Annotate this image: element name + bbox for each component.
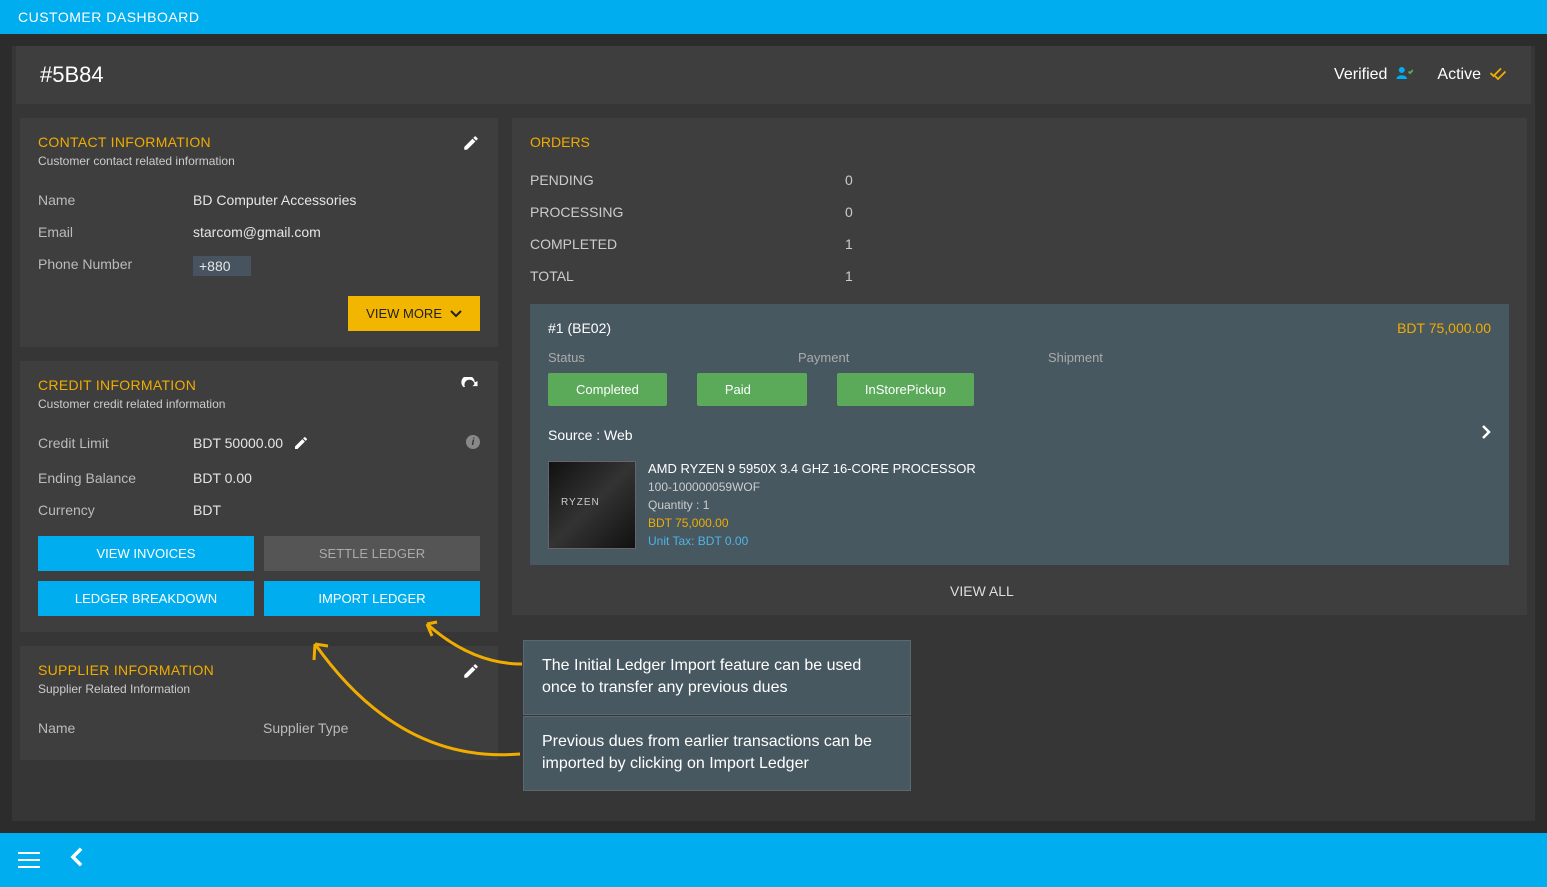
contact-card: CONTACT INFORMATION Customer contact rel… xyxy=(20,118,498,347)
completed-label: COMPLETED xyxy=(530,236,845,252)
shipment-badge: InStorePickup xyxy=(837,373,974,406)
back-arrow-icon[interactable] xyxy=(70,846,84,875)
supplier-card: SUPPLIER INFORMATION Supplier Related In… xyxy=(20,646,498,760)
chevron-down-icon xyxy=(450,306,462,321)
customer-code: #5B84 xyxy=(40,62,104,88)
limit-label: Credit Limit xyxy=(38,435,193,454)
product-qty: Quantity : 1 xyxy=(648,498,976,512)
product-price: BDT 75,000.00 xyxy=(648,516,976,530)
view-all-link[interactable]: VIEW ALL xyxy=(950,583,1014,599)
credit-card: CREDIT INFORMATION Customer credit relat… xyxy=(20,361,498,632)
supplier-title: SUPPLIER INFORMATION xyxy=(38,662,214,678)
user-check-icon xyxy=(1395,65,1413,86)
title-bar: #5B84 Verified Active xyxy=(16,46,1531,104)
currency-value: BDT xyxy=(193,502,221,518)
annotation-2: Previous dues from earlier transactions … xyxy=(523,716,911,791)
source-label: Source : Web xyxy=(548,427,633,443)
pencil-icon[interactable] xyxy=(293,435,309,454)
currency-label: Currency xyxy=(38,502,193,518)
active-status: Active xyxy=(1437,66,1507,85)
phone-value: +880 xyxy=(193,256,251,276)
balance-value: BDT 0.00 xyxy=(193,470,252,486)
total-value: 1 xyxy=(845,268,853,284)
view-more-button[interactable]: VIEW MORE xyxy=(348,296,480,331)
processing-value: 0 xyxy=(845,204,853,220)
credit-title: CREDIT INFORMATION xyxy=(38,377,225,393)
limit-value: BDT 50000.00 xyxy=(193,435,283,454)
header-title: CUSTOMER DASHBOARD xyxy=(18,9,199,25)
status-label: Status xyxy=(548,350,658,365)
annotation-1: The Initial Ledger Import feature can be… xyxy=(523,640,911,715)
order-id: #1 (BE02) xyxy=(548,320,611,336)
order-price: BDT 75,000.00 xyxy=(1397,320,1491,336)
import-ledger-button[interactable]: IMPORT LEDGER xyxy=(264,581,480,616)
pencil-icon[interactable] xyxy=(462,134,480,157)
product-name: AMD RYZEN 9 5950X 3.4 GHZ 16-CORE PROCES… xyxy=(648,461,976,476)
supplier-type-label: Supplier Type xyxy=(263,720,418,736)
ledger-breakdown-button[interactable]: LEDGER BREAKDOWN xyxy=(38,581,254,616)
status-badge: Completed xyxy=(548,373,667,406)
verified-status: Verified xyxy=(1334,65,1413,86)
pencil-icon[interactable] xyxy=(462,662,480,685)
view-invoices-button[interactable]: VIEW INVOICES xyxy=(38,536,254,571)
total-label: TOTAL xyxy=(530,268,845,284)
credit-sub: Customer credit related information xyxy=(38,397,225,411)
email-value: starcom@gmail.com xyxy=(193,224,321,240)
name-label: Name xyxy=(38,192,193,208)
name-value: BD Computer Accessories xyxy=(193,192,356,208)
product-sku: 100-100000059WOF xyxy=(648,480,976,494)
settle-ledger-button[interactable]: SETTLE LEDGER xyxy=(264,536,480,571)
chevron-right-icon[interactable] xyxy=(1481,424,1491,445)
balance-label: Ending Balance xyxy=(38,470,193,486)
phone-label: Phone Number xyxy=(38,256,193,276)
supplier-name-label: Name xyxy=(38,720,193,736)
product-tax: Unit Tax: BDT 0.00 xyxy=(648,534,976,548)
top-header: CUSTOMER DASHBOARD xyxy=(0,0,1547,34)
email-label: Email xyxy=(38,224,193,240)
shipment-label: Shipment xyxy=(1048,350,1158,365)
check-icon xyxy=(1489,66,1507,85)
contact-title: CONTACT INFORMATION xyxy=(38,134,235,150)
completed-value: 1 xyxy=(845,236,853,252)
contact-sub: Customer contact related information xyxy=(38,154,235,168)
payment-badge: Paid xyxy=(697,373,807,406)
supplier-sub: Supplier Related Information xyxy=(38,682,214,696)
product-image xyxy=(548,461,636,549)
hamburger-icon[interactable] xyxy=(18,852,40,868)
processing-label: PROCESSING xyxy=(530,204,845,220)
pending-value: 0 xyxy=(845,172,853,188)
info-icon[interactable]: i xyxy=(466,435,480,449)
refresh-icon[interactable] xyxy=(460,377,480,402)
bottom-bar xyxy=(0,833,1547,887)
payment-label: Payment xyxy=(798,350,908,365)
orders-card: ORDERS PENDING0 PROCESSING0 COMPLETED1 T… xyxy=(512,118,1527,615)
pending-label: PENDING xyxy=(530,172,845,188)
orders-title: ORDERS xyxy=(530,134,1509,150)
order-item[interactable]: #1 (BE02) BDT 75,000.00 Status Payment S… xyxy=(530,304,1509,565)
